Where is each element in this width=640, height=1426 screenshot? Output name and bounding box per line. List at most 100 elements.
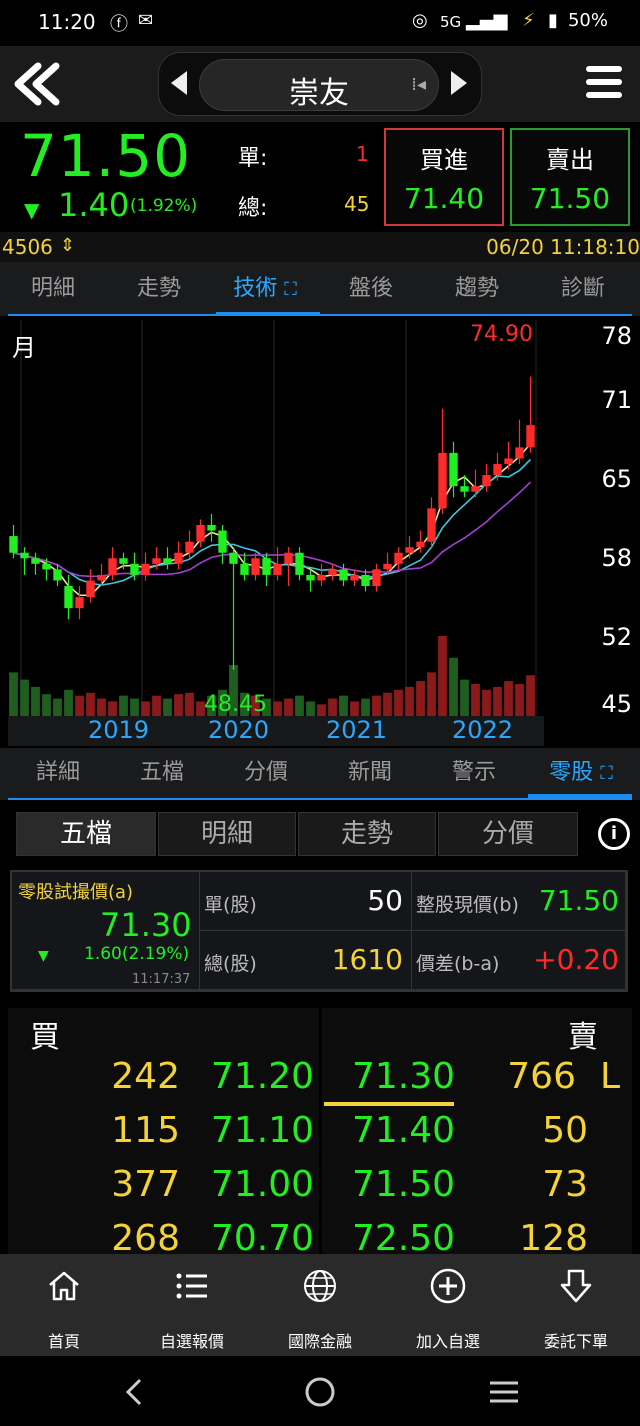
volume-bar: [427, 672, 436, 716]
candle-body: [108, 558, 117, 575]
seg-trend[interactable]: 走勢: [298, 812, 436, 856]
candlestick-chart[interactable]: 月 74.90 48.45 78 71 65 58 52 45 2019 202…: [8, 320, 640, 746]
tab-technical-label: 技術: [233, 276, 278, 301]
globe-icon: [304, 1270, 336, 1302]
volume-bar: [350, 701, 359, 716]
tab-after-hours[interactable]: 盤後: [318, 262, 424, 316]
volume-bar: [526, 675, 535, 716]
book-row[interactable]: 377 71.00 71.50 73: [8, 1164, 632, 1216]
quote-panel: 71.50 ▼ 1.40 (1.92%) 單: 1 總: 45 買進 71.40…: [0, 122, 640, 232]
plot-area: [8, 320, 536, 716]
subtab-price-volume[interactable]: 分價: [214, 748, 318, 800]
y-tick: 45: [601, 690, 632, 718]
seg-five-levels[interactable]: 五檔: [16, 812, 156, 856]
nav-add-watch-label: 加入自選: [415, 1332, 480, 1351]
mail-icon: ✉: [138, 10, 154, 31]
candle-body: [130, 563, 139, 575]
ask-price: 71.50: [352, 1164, 456, 1205]
volume-bar: [141, 701, 150, 716]
book-row[interactable]: 115 71.10 71.40 50: [8, 1110, 632, 1162]
system-back-icon[interactable]: [122, 1378, 146, 1406]
nav-home[interactable]: 首頁: [0, 1254, 128, 1356]
total-cell: 總(股) 1610: [200, 931, 412, 990]
buy-label: 買進: [420, 146, 468, 174]
system-home-icon[interactable]: [304, 1376, 336, 1408]
y-tick: 78: [601, 322, 632, 350]
subtab-detail[interactable]: 詳細: [6, 748, 110, 800]
candle-body: [152, 558, 161, 564]
volume-bar: [471, 684, 480, 716]
tab-technical[interactable]: 技術 ⛶: [212, 262, 318, 316]
battery-percent: 50%: [567, 10, 608, 31]
prev-stock-icon[interactable]: [171, 71, 187, 95]
switch-icon: ⁞◂: [411, 74, 426, 95]
nav-order[interactable]: 委託下單: [512, 1254, 640, 1356]
ask-price: 71.30: [352, 1056, 456, 1097]
ask-qty: 766: [507, 1056, 576, 1097]
system-recents-icon[interactable]: [488, 1380, 520, 1404]
book-row[interactable]: 268 70.70 72.50 128: [8, 1218, 632, 1254]
sell-price: 71.50: [529, 182, 611, 215]
nav-add-watch[interactable]: 加入自選: [384, 1254, 512, 1356]
volume-bar: [185, 692, 194, 716]
candle-body: [515, 447, 524, 459]
volume-bar: [130, 698, 139, 716]
nav-order-label: 委託下單: [543, 1332, 608, 1351]
nav-watchlist[interactable]: 自選報價: [128, 1254, 256, 1356]
candle-body: [394, 552, 403, 564]
candle-body: [273, 563, 282, 575]
info-icon[interactable]: i: [598, 818, 630, 850]
x-tick: 2019: [88, 716, 150, 744]
sell-button[interactable]: 賣出 71.50: [510, 128, 630, 226]
candle-body: [262, 558, 271, 575]
tab-tendency[interactable]: 趨勢: [424, 262, 530, 316]
candle-body: [229, 552, 238, 564]
subtab-odd-lot[interactable]: 零股 ⛶: [526, 748, 636, 800]
y-tick: 52: [601, 623, 632, 651]
volume-bar: [416, 681, 425, 716]
stock-name-box[interactable]: 崇友 ⁞◂: [199, 59, 439, 111]
volume-bar: [119, 695, 128, 716]
subtab-rule: [8, 798, 632, 800]
menu-button[interactable]: [586, 64, 626, 104]
current-price-marker: [324, 1102, 454, 1106]
volume-bar: [306, 701, 315, 716]
ask-price: 71.40: [352, 1110, 456, 1151]
seg-price-volume[interactable]: 分價: [438, 812, 578, 856]
bid-qty: 115: [111, 1110, 180, 1151]
back-button[interactable]: [8, 58, 64, 110]
tab-detail[interactable]: 明細: [0, 262, 106, 316]
nav-global[interactable]: 國際金融: [256, 1254, 384, 1356]
tab-diagnosis[interactable]: 診斷: [530, 262, 636, 316]
next-stock-icon[interactable]: [451, 71, 467, 95]
candle-body: [207, 525, 216, 531]
odd-lot-time: 11:17:37: [132, 972, 191, 987]
odd-lot-price-cell: 零股試撮價(a) 71.30 ▼ 1.60(2.19%) 11:17:37: [12, 872, 200, 990]
volume-bar: [42, 694, 51, 716]
buy-price: 71.40: [403, 182, 485, 215]
subtab-alerts[interactable]: 警示: [422, 748, 526, 800]
volume-bar: [108, 701, 117, 716]
volume-bar: [405, 686, 414, 716]
volume-bar: [284, 698, 293, 716]
buy-button[interactable]: 買進 71.40: [384, 128, 504, 226]
subtab-five-levels[interactable]: 五檔: [110, 748, 214, 800]
candle-body: [328, 569, 337, 575]
volume-bar: [515, 684, 524, 716]
tab-trend[interactable]: 走勢: [106, 262, 212, 316]
candle-body: [416, 541, 425, 548]
subtab-news[interactable]: 新聞: [318, 748, 422, 800]
candle-body: [284, 552, 293, 564]
hamburger-line: [586, 92, 622, 98]
nav-watchlist-label: 自選報價: [159, 1332, 224, 1351]
list-icon: [176, 1273, 207, 1299]
last-price: 71.50: [20, 122, 192, 190]
candle-body: [42, 563, 51, 570]
book-row[interactable]: 242 71.20 71.30 766 L: [8, 1056, 632, 1108]
seg-detail[interactable]: 明細: [158, 812, 296, 856]
hamburger-line: [586, 79, 622, 85]
chart-canvas: [8, 320, 537, 716]
volume-bar: [174, 694, 183, 716]
volume-bar: [493, 686, 502, 716]
price-change-pct: (1.92%): [130, 196, 198, 216]
